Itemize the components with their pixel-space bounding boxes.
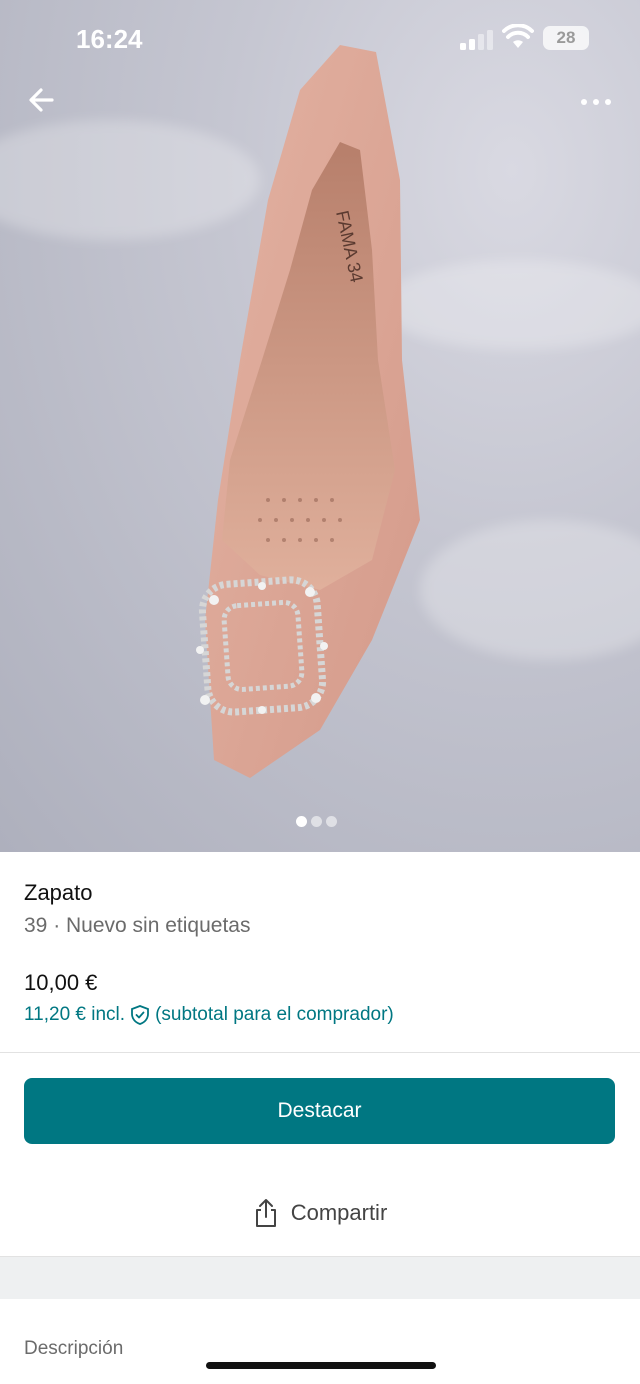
- gallery-pagination: [296, 816, 337, 827]
- divider: [0, 1052, 640, 1053]
- product-subtitle: 39 · Nuevo sin etiquetas: [24, 914, 251, 937]
- gallery-dot[interactable]: [326, 816, 337, 827]
- product-image[interactable]: FAMA 34 16:24 28: [0, 0, 640, 852]
- share-button[interactable]: Compartir: [0, 1170, 640, 1256]
- shoe-illustration: FAMA 34: [196, 45, 420, 778]
- home-indicator: [206, 1362, 436, 1369]
- share-icon: [255, 1199, 276, 1227]
- battery-indicator: 28: [543, 26, 589, 50]
- highlight-button[interactable]: Destacar: [24, 1078, 615, 1144]
- description-heading: Descripción: [24, 1338, 124, 1359]
- share-label: Compartir: [290, 1200, 388, 1225]
- product-price: 10,00 €: [24, 970, 98, 995]
- shield-check-icon: [131, 1005, 149, 1025]
- price-incl-value: 11,20 € incl.: [24, 1004, 126, 1025]
- status-bar: 16:24 28: [0, 0, 640, 70]
- back-arrow-icon[interactable]: [22, 80, 62, 120]
- buyer-protection-price[interactable]: 11,20 € incl. (subtotal para el comprado…: [24, 1004, 394, 1026]
- price-incl-note: (subtotal para el comprador): [155, 1004, 394, 1025]
- product-title: Zapato: [24, 880, 93, 905]
- section-separator: [0, 1257, 640, 1299]
- more-dots-icon[interactable]: [574, 88, 618, 116]
- status-time: 16:24: [76, 24, 143, 54]
- cellular-signal-icon: [460, 30, 493, 50]
- wifi-icon: [502, 24, 534, 48]
- gallery-dot[interactable]: [311, 816, 322, 827]
- gallery-dot-active[interactable]: [296, 816, 307, 827]
